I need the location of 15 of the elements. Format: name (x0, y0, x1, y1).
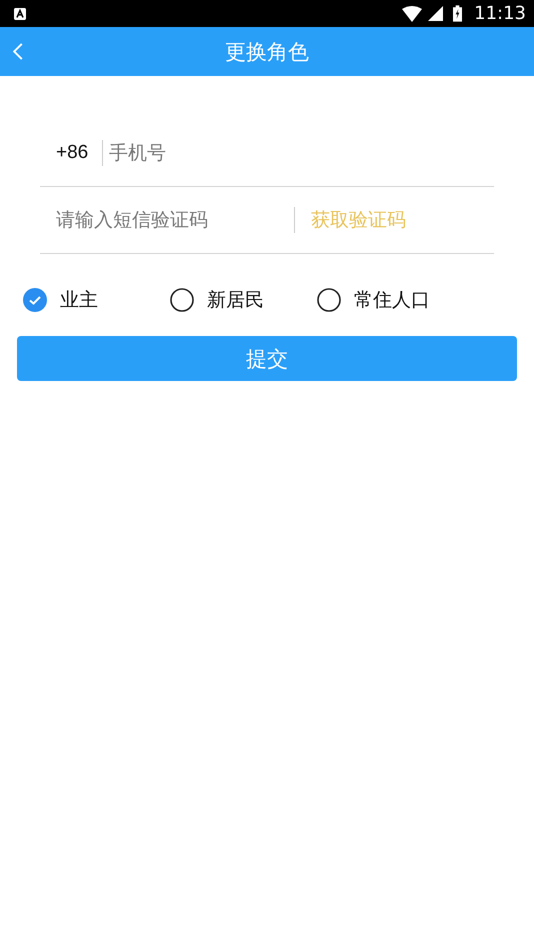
notification-icon (14, 8, 26, 20)
page-title: 更换角色 (225, 38, 309, 66)
radio-button[interactable] (170, 288, 194, 312)
role-label[interactable]: 新居民 (207, 287, 264, 313)
role-label[interactable]: 业主 (60, 287, 98, 313)
signal-icon (428, 6, 444, 21)
phone-input-field[interactable]: 手机号 (102, 140, 494, 166)
country-code: +86 (55, 142, 90, 164)
battery-icon (453, 5, 462, 22)
clock-time: 11:13 (474, 3, 526, 24)
wifi-icon (402, 6, 422, 22)
radio-button[interactable] (317, 288, 341, 312)
role-label[interactable]: 常住人口 (354, 287, 430, 313)
radio-button[interactable] (23, 288, 47, 312)
code-input-field[interactable]: 请输入短信验证码 (40, 207, 294, 233)
